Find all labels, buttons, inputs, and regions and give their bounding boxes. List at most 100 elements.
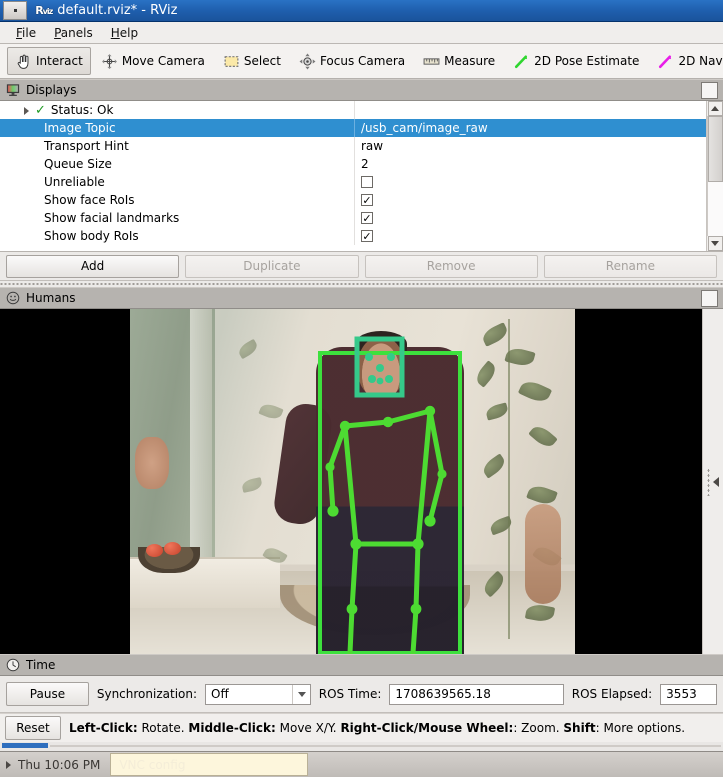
row-label: Queue Size [44, 157, 112, 171]
expander-arrow-icon[interactable] [22, 106, 31, 115]
remove-display-button[interactable]: Remove [365, 255, 538, 278]
facial-landmarks [365, 353, 395, 384]
tool-focus-camera-label: Focus Camera [320, 54, 405, 68]
row-value-cell [354, 101, 706, 119]
pause-button[interactable]: Pause [6, 682, 89, 706]
scrollbar-track[interactable] [707, 116, 723, 236]
humans-float-button[interactable] [701, 290, 718, 307]
row-label: Image Topic [44, 121, 116, 135]
menu-file[interactable]: File [7, 24, 45, 42]
displays-tree-container: ✓ Status: Ok Image Topic /usb_cam/image_… [0, 101, 723, 252]
humans-panel-header: Humans [0, 287, 723, 309]
hint-shift-key: Shift [563, 721, 595, 735]
table-row[interactable]: Show body RoIs ✓ [0, 227, 706, 245]
window-bottom-splitter[interactable] [0, 742, 723, 751]
tool-2d-pose-estimate[interactable]: 2D Pose Estimate [505, 47, 647, 75]
mouse-hints: Left-Click: Rotate. Middle-Click: Move X… [69, 721, 685, 735]
hint-left-click-key: Left-Click: [69, 721, 138, 735]
tool-focus-camera[interactable]: Focus Camera [291, 47, 413, 75]
displays-float-button[interactable] [701, 82, 718, 99]
displays-tree[interactable]: ✓ Status: Ok Image Topic /usb_cam/image_… [0, 101, 706, 251]
splitter-grip-dots [707, 468, 710, 496]
table-row[interactable]: Show face RoIs ✓ [0, 191, 706, 209]
hint-middle-click-key: Middle-Click: [188, 721, 275, 735]
ruler-icon [423, 53, 440, 70]
add-display-button[interactable]: Add [6, 255, 179, 278]
row-value-cell: ✓ [354, 227, 706, 245]
tool-measure[interactable]: Measure [415, 47, 503, 75]
show-face-rois-checkbox[interactable]: ✓ [361, 194, 373, 206]
table-row[interactable]: Show facial landmarks ✓ [0, 209, 706, 227]
menu-file-label: ile [22, 26, 36, 40]
tool-select[interactable]: Select [215, 47, 289, 75]
menu-panels[interactable]: Panels [45, 24, 102, 42]
tool-move-camera-label: Move Camera [122, 54, 205, 68]
scrollbar-thumb[interactable] [708, 116, 723, 182]
displays-vertical-scrollbar[interactable] [706, 101, 723, 251]
rviz-icon: Rviz [34, 4, 52, 17]
focus-camera-icon [299, 53, 316, 70]
show-body-rois-checkbox[interactable]: ✓ [361, 230, 373, 242]
row-name-cell: Image Topic [0, 121, 354, 135]
row-name-cell: Unreliable [0, 175, 354, 189]
taskbar-expander-icon[interactable] [0, 761, 16, 769]
rename-display-button[interactable]: Rename [544, 255, 717, 278]
row-value-cell: ✓ [354, 209, 706, 227]
hand-cursor-icon [15, 53, 32, 70]
table-row[interactable]: Unreliable [0, 173, 706, 191]
humans-panel-splitter[interactable] [702, 309, 723, 654]
row-value-cell[interactable]: raw [354, 137, 706, 155]
row-value-cell: ✓ [354, 191, 706, 209]
taskbar-item-vnc-config[interactable]: VNC config [110, 753, 308, 776]
row-label: Unreliable [44, 175, 105, 189]
row-value-cell[interactable]: /usb_cam/image_raw [354, 119, 706, 137]
magenta-arrow-icon [657, 53, 674, 70]
row-label: Status: Ok [51, 103, 114, 117]
table-row[interactable]: Transport Hint raw [0, 137, 706, 155]
selection-rectangle-icon [223, 53, 240, 70]
tool-2d-nav-goal[interactable]: 2D Nav G [649, 47, 723, 75]
chevron-down-icon [298, 692, 306, 697]
ros-elapsed-label: ROS Elapsed: [572, 687, 652, 701]
table-row[interactable]: Image Topic /usb_cam/image_raw [0, 119, 706, 137]
synchronization-value: Off [211, 687, 229, 701]
synchronization-label: Synchronization: [97, 687, 197, 701]
ros-elapsed-field[interactable]: 3553 [660, 684, 717, 705]
menu-help[interactable]: Help [102, 24, 147, 42]
reset-button[interactable]: Reset [5, 716, 61, 740]
window-menu-icon[interactable] [3, 1, 27, 20]
synchronization-select[interactable]: Off [205, 684, 311, 705]
menu-panels-label: anels [61, 26, 93, 40]
ros-time-field[interactable]: 1708639565.18 [389, 684, 563, 705]
row-label: Show body RoIs [44, 229, 139, 243]
table-row[interactable]: ✓ Status: Ok [0, 101, 706, 119]
row-label: Show face RoIs [44, 193, 135, 207]
table-row[interactable]: Queue Size 2 [0, 155, 706, 173]
hint-right-click-key: Right-Click/Mouse Wheel: [340, 721, 513, 735]
row-label: Show facial landmarks [44, 211, 179, 225]
collapse-left-arrow-icon[interactable] [713, 477, 719, 487]
hint-right-click-text: : Zoom. [513, 721, 559, 735]
body-skeleton [330, 411, 442, 653]
tool-move-camera[interactable]: Move Camera [93, 47, 213, 75]
scroll-up-arrow-icon[interactable] [708, 101, 723, 116]
scroll-down-arrow-icon[interactable] [708, 236, 723, 251]
tool-measure-label: Measure [444, 54, 495, 68]
show-facial-landmarks-checkbox[interactable]: ✓ [361, 212, 373, 224]
taskbar-clock: Thu 10:06 PM [16, 758, 110, 772]
clock-icon [6, 658, 20, 672]
row-value-cell[interactable]: 2 [354, 155, 706, 173]
detection-overlay [130, 309, 575, 654]
duplicate-display-button[interactable]: Duplicate [185, 255, 358, 278]
image-canvas[interactable] [0, 309, 703, 654]
humans-image-view[interactable] [0, 309, 723, 654]
unreliable-checkbox[interactable] [361, 176, 373, 188]
tool-interact[interactable]: Interact [7, 47, 91, 75]
ros-time-label: ROS Time: [319, 687, 382, 701]
menu-help-label: elp [120, 26, 138, 40]
displays-panel-header: Displays [0, 79, 723, 101]
body-roi-rect [320, 353, 460, 653]
row-name-cell: Show body RoIs [0, 229, 354, 243]
desktop-taskbar: Thu 10:06 PM VNC config [0, 751, 723, 777]
tool-select-label: Select [244, 54, 281, 68]
